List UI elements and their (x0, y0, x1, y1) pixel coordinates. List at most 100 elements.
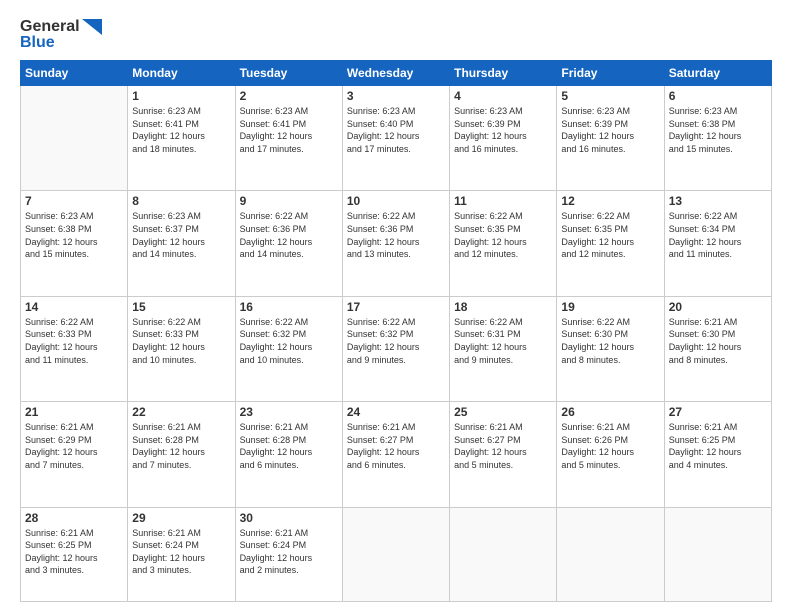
day-info: Sunrise: 6:22 AM Sunset: 6:36 PM Dayligh… (240, 210, 338, 260)
day-info: Sunrise: 6:21 AM Sunset: 6:28 PM Dayligh… (132, 421, 230, 471)
calendar-cell: 7 Sunrise: 6:23 AM Sunset: 6:38 PM Daylig… (21, 191, 128, 296)
day-number: 1 (132, 89, 230, 103)
day-number: 13 (669, 194, 767, 208)
logo-arrow-icon (82, 19, 102, 35)
calendar-cell: 27 Sunrise: 6:21 AM Sunset: 6:25 PM Dayli… (664, 402, 771, 507)
day-number: 14 (25, 300, 123, 314)
calendar-cell: 23 Sunrise: 6:21 AM Sunset: 6:28 PM Dayli… (235, 402, 342, 507)
day-header-saturday: Saturday (664, 61, 771, 86)
day-info: Sunrise: 6:21 AM Sunset: 6:25 PM Dayligh… (25, 527, 123, 577)
calendar-cell (664, 507, 771, 601)
day-info: Sunrise: 6:22 AM Sunset: 6:32 PM Dayligh… (240, 316, 338, 366)
day-info: Sunrise: 6:21 AM Sunset: 6:29 PM Dayligh… (25, 421, 123, 471)
day-header-wednesday: Wednesday (342, 61, 449, 86)
calendar-cell: 24Sunrise: 6:21 AM Sunset: 6:27 PM Dayli… (342, 402, 449, 507)
calendar-cell: 25 Sunrise: 6:21 AM Sunset: 6:27 PM Dayli… (450, 402, 557, 507)
calendar-cell (557, 507, 664, 601)
day-info: Sunrise: 6:21 AM Sunset: 6:24 PM Dayligh… (240, 527, 338, 577)
day-number: 10 (347, 194, 445, 208)
calendar-cell: 13 Sunrise: 6:22 AM Sunset: 6:34 PM Dayli… (664, 191, 771, 296)
day-number: 19 (561, 300, 659, 314)
day-info: Sunrise: 6:22 AM Sunset: 6:32 PM Dayligh… (347, 316, 445, 366)
day-number: 29 (132, 511, 230, 525)
calendar-cell: 30 Sunrise: 6:21 AM Sunset: 6:24 PM Dayli… (235, 507, 342, 601)
day-info: Sunrise: 6:21 AM Sunset: 6:25 PM Dayligh… (669, 421, 767, 471)
day-number: 5 (561, 89, 659, 103)
day-number: 11 (454, 194, 552, 208)
day-number: 8 (132, 194, 230, 208)
calendar-cell: 29Sunrise: 6:21 AM Sunset: 6:24 PM Dayli… (128, 507, 235, 601)
calendar-cell: 9 Sunrise: 6:22 AM Sunset: 6:36 PM Daylig… (235, 191, 342, 296)
day-number: 21 (25, 405, 123, 419)
calendar-cell: 16 Sunrise: 6:22 AM Sunset: 6:32 PM Dayli… (235, 296, 342, 401)
day-header-sunday: Sunday (21, 61, 128, 86)
day-number: 26 (561, 405, 659, 419)
day-number: 30 (240, 511, 338, 525)
calendar-cell: 4 Sunrise: 6:23 AM Sunset: 6:39 PM Daylig… (450, 86, 557, 191)
calendar-cell: 1 Sunrise: 6:23 AM Sunset: 6:41 PM Daylig… (128, 86, 235, 191)
calendar-cell (21, 86, 128, 191)
day-number: 6 (669, 89, 767, 103)
day-number: 22 (132, 405, 230, 419)
day-info: Sunrise: 6:23 AM Sunset: 6:38 PM Dayligh… (25, 210, 123, 260)
calendar-cell: 26 Sunrise: 6:21 AM Sunset: 6:26 PM Dayli… (557, 402, 664, 507)
calendar-table: SundayMondayTuesdayWednesdayThursdayFrid… (20, 60, 772, 602)
calendar-cell: 20 Sunrise: 6:21 AM Sunset: 6:30 PM Dayli… (664, 296, 771, 401)
day-info: Sunrise: 6:23 AM Sunset: 6:38 PM Dayligh… (669, 105, 767, 155)
calendar-cell: 19Sunrise: 6:22 AM Sunset: 6:30 PM Dayli… (557, 296, 664, 401)
calendar-cell: 6 Sunrise: 6:23 AM Sunset: 6:38 PM Daylig… (664, 86, 771, 191)
day-info: Sunrise: 6:22 AM Sunset: 6:35 PM Dayligh… (561, 210, 659, 260)
day-info: Sunrise: 6:22 AM Sunset: 6:33 PM Dayligh… (132, 316, 230, 366)
day-header-friday: Friday (557, 61, 664, 86)
calendar-cell: 21 Sunrise: 6:21 AM Sunset: 6:29 PM Dayli… (21, 402, 128, 507)
day-info: Sunrise: 6:21 AM Sunset: 6:26 PM Dayligh… (561, 421, 659, 471)
day-number: 3 (347, 89, 445, 103)
day-info: Sunrise: 6:22 AM Sunset: 6:36 PM Dayligh… (347, 210, 445, 260)
day-header-tuesday: Tuesday (235, 61, 342, 86)
day-info: Sunrise: 6:23 AM Sunset: 6:40 PM Dayligh… (347, 105, 445, 155)
day-number: 18 (454, 300, 552, 314)
day-number: 15 (132, 300, 230, 314)
day-info: Sunrise: 6:23 AM Sunset: 6:41 PM Dayligh… (240, 105, 338, 155)
day-number: 17 (347, 300, 445, 314)
day-number: 12 (561, 194, 659, 208)
day-number: 20 (669, 300, 767, 314)
day-number: 7 (25, 194, 123, 208)
day-info: Sunrise: 6:22 AM Sunset: 6:35 PM Dayligh… (454, 210, 552, 260)
day-number: 25 (454, 405, 552, 419)
day-info: Sunrise: 6:22 AM Sunset: 6:31 PM Dayligh… (454, 316, 552, 366)
day-number: 9 (240, 194, 338, 208)
day-info: Sunrise: 6:23 AM Sunset: 6:39 PM Dayligh… (561, 105, 659, 155)
calendar-cell: 3 Sunrise: 6:23 AM Sunset: 6:40 PM Daylig… (342, 86, 449, 191)
day-number: 4 (454, 89, 552, 103)
day-info: Sunrise: 6:22 AM Sunset: 6:33 PM Dayligh… (25, 316, 123, 366)
calendar-cell: 2 Sunrise: 6:23 AM Sunset: 6:41 PM Daylig… (235, 86, 342, 191)
calendar-cell: 14 Sunrise: 6:22 AM Sunset: 6:33 PM Dayli… (21, 296, 128, 401)
calendar-cell: 8 Sunrise: 6:23 AM Sunset: 6:37 PM Daylig… (128, 191, 235, 296)
day-number: 28 (25, 511, 123, 525)
day-number: 23 (240, 405, 338, 419)
calendar-cell (342, 507, 449, 601)
logo-blue: Blue (20, 34, 55, 52)
day-info: Sunrise: 6:22 AM Sunset: 6:34 PM Dayligh… (669, 210, 767, 260)
day-info: Sunrise: 6:21 AM Sunset: 6:30 PM Dayligh… (669, 316, 767, 366)
calendar-cell: 11 Sunrise: 6:22 AM Sunset: 6:35 PM Dayli… (450, 191, 557, 296)
day-info: Sunrise: 6:21 AM Sunset: 6:27 PM Dayligh… (454, 421, 552, 471)
day-number: 27 (669, 405, 767, 419)
calendar-cell (450, 507, 557, 601)
calendar-cell: 5 Sunrise: 6:23 AM Sunset: 6:39 PM Daylig… (557, 86, 664, 191)
day-info: Sunrise: 6:23 AM Sunset: 6:37 PM Dayligh… (132, 210, 230, 260)
day-header-thursday: Thursday (450, 61, 557, 86)
calendar-cell: 10 Sunrise: 6:22 AM Sunset: 6:36 PM Dayli… (342, 191, 449, 296)
day-number: 2 (240, 89, 338, 103)
day-info: Sunrise: 6:21 AM Sunset: 6:27 PM Dayligh… (347, 421, 445, 471)
logo: General Blue (20, 18, 102, 52)
day-info: Sunrise: 6:23 AM Sunset: 6:41 PM Dayligh… (132, 105, 230, 155)
day-info: Sunrise: 6:23 AM Sunset: 6:39 PM Dayligh… (454, 105, 552, 155)
calendar-cell: 12 Sunrise: 6:22 AM Sunset: 6:35 PM Dayli… (557, 191, 664, 296)
day-info: Sunrise: 6:21 AM Sunset: 6:28 PM Dayligh… (240, 421, 338, 471)
day-number: 16 (240, 300, 338, 314)
calendar-cell: 15 Sunrise: 6:22 AM Sunset: 6:33 PM Dayli… (128, 296, 235, 401)
calendar-cell: 28 Sunrise: 6:21 AM Sunset: 6:25 PM Dayli… (21, 507, 128, 601)
calendar-cell: 22 Sunrise: 6:21 AM Sunset: 6:28 PM Dayli… (128, 402, 235, 507)
